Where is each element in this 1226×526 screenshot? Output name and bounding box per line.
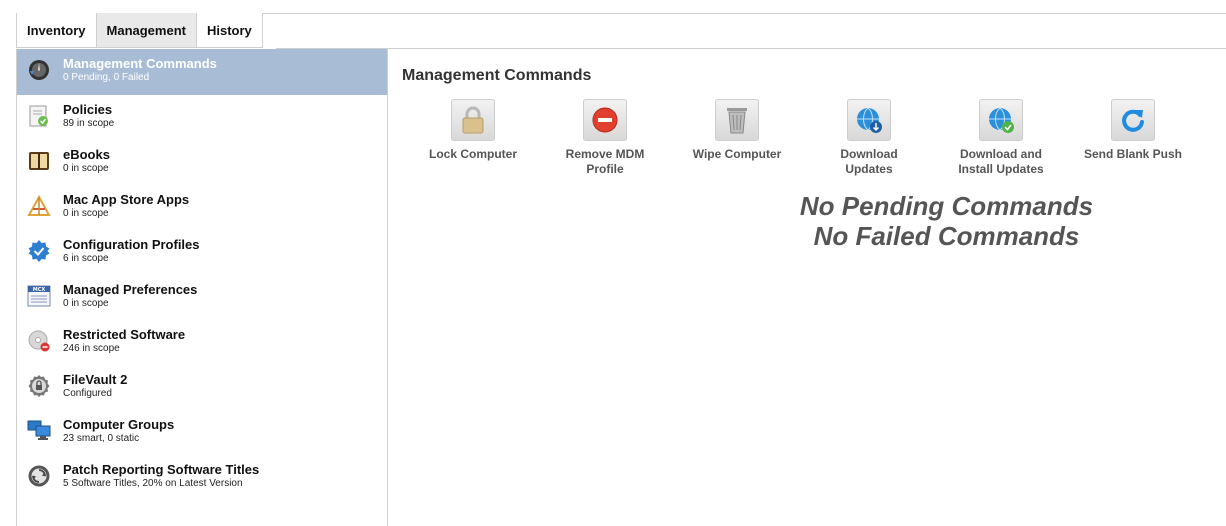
sidebar-item-restricted-software[interactable]: Restricted Software 246 in scope	[17, 320, 387, 365]
sidebar-item-computer-groups[interactable]: Computer Groups 23 smart, 0 static	[17, 410, 387, 455]
empty-state-message: No Pending Commands No Failed Commands	[729, 191, 1164, 251]
sidebar-item-filevault-2[interactable]: FileVault 2 Configured	[17, 365, 387, 410]
sidebar-item-title: Patch Reporting Software Titles	[63, 462, 260, 477]
no-pending-commands-text: No Pending Commands	[799, 191, 1094, 221]
ebooks-icon	[29, 152, 49, 170]
management-commands-icon	[29, 60, 49, 80]
download-updates-icon-button[interactable]	[847, 99, 891, 141]
sidebar-item-title: Policies	[63, 102, 113, 117]
sidebar-item-title: Managed Preferences	[63, 282, 198, 297]
sidebar-item-configuration-profiles[interactable]: Configuration Profiles 6 in scope	[17, 230, 387, 275]
sidebar-item-subtitle: 246 in scope	[63, 343, 120, 354]
command-label: Remove MDM Profile	[565, 147, 645, 176]
sidebar-item-title: Management Commands	[63, 56, 217, 71]
sidebar-item-subtitle: 0 in scope	[63, 208, 109, 219]
sidebar-item-title: Mac App Store Apps	[63, 192, 190, 207]
sidebar-item-management-commands[interactable]: Management Commands 0 Pending, 0 Failed	[17, 49, 387, 95]
svg-text:MCX: MCX	[33, 287, 46, 293]
page-title: Management Commands	[402, 67, 592, 84]
sidebar-item-subtitle: 6 in scope	[63, 253, 109, 264]
computer-groups-icon	[27, 420, 51, 440]
sidebar-item-ebooks[interactable]: eBooks 0 in scope	[17, 140, 387, 185]
patch-reporting-icon	[28, 465, 50, 487]
lock-icon	[462, 106, 484, 134]
sidebar-item-mac-app-store-apps[interactable]: Mac App Store Apps 0 in scope	[17, 185, 387, 230]
refresh-icon	[1122, 109, 1144, 132]
globe-install-icon	[989, 107, 1014, 133]
configuration-profiles-icon	[28, 240, 50, 262]
trash-icon	[727, 108, 747, 134]
filevault-icon	[28, 375, 50, 397]
remove-mdm-profile-button[interactable]: Remove MDM Profile	[540, 99, 670, 177]
sidebar-item-title: Computer Groups	[63, 417, 175, 432]
sidebar-item-subtitle: 5 Software Titles, 20% on Latest Version	[63, 478, 243, 489]
sidebar: Management Commands 0 Pending, 0 Failed …	[16, 49, 388, 526]
sidebar-item-title: eBooks	[63, 147, 110, 162]
command-label: Download and Install Updates	[958, 147, 1044, 176]
sidebar-item-patch-reporting[interactable]: Patch Reporting Software Titles 5 Softwa…	[17, 455, 387, 500]
command-label: Lock Computer	[428, 147, 517, 161]
command-label: Download Updates	[840, 147, 898, 176]
main-panel: Management Commands Lock Computer Remove…	[389, 49, 1226, 526]
wipe-computer-button[interactable]: Wipe Computer	[672, 99, 802, 162]
remove-icon	[592, 107, 618, 133]
sidebar-item-subtitle: 89 in scope	[63, 118, 115, 129]
sidebar-item-subtitle: 23 smart, 0 static	[63, 433, 140, 444]
remove-mdm-profile-icon-button[interactable]	[583, 99, 627, 141]
tab-management[interactable]: Management	[96, 13, 197, 48]
policies-icon	[29, 105, 48, 127]
download-install-updates-icon-button[interactable]	[979, 99, 1023, 141]
tab-inventory[interactable]: Inventory	[16, 13, 97, 48]
tab-history[interactable]: History	[196, 13, 263, 48]
globe-download-icon	[857, 107, 882, 133]
sidebar-item-managed-preferences[interactable]: MCX Managed Preferences 0 in scope	[17, 275, 387, 320]
sidebar-item-subtitle: 0 in scope	[63, 298, 109, 309]
sidebar-item-policies[interactable]: Policies 89 in scope	[17, 95, 387, 140]
sidebar-item-title: Restricted Software	[63, 327, 186, 342]
sidebar-item-title: Configuration Profiles	[63, 237, 200, 252]
sidebar-item-subtitle: Configured	[63, 388, 112, 399]
app-store-icon	[27, 194, 51, 216]
command-label: Send Blank Push	[1083, 147, 1183, 161]
sidebar-item-subtitle: 0 in scope	[63, 163, 109, 174]
lock-computer-button[interactable]: Lock Computer	[408, 99, 538, 162]
wipe-computer-icon-button[interactable]	[715, 99, 759, 141]
mcx-icon: MCX	[27, 285, 51, 307]
tab-bar: Inventory Management History	[16, 13, 263, 48]
sidebar-item-subtitle: 0 Pending, 0 Failed	[63, 72, 150, 83]
download-install-updates-button[interactable]: Download and Install Updates	[936, 99, 1066, 177]
lock-computer-icon-button[interactable]	[451, 99, 495, 141]
download-updates-button[interactable]: Download Updates	[804, 99, 934, 177]
send-blank-push-icon-button[interactable]	[1111, 99, 1155, 141]
send-blank-push-button[interactable]: Send Blank Push	[1068, 99, 1198, 162]
sidebar-item-title: FileVault 2	[63, 372, 128, 387]
command-label: Wipe Computer	[692, 147, 782, 161]
restricted-software-icon	[28, 330, 50, 352]
no-failed-commands-text: No Failed Commands	[813, 221, 1080, 251]
